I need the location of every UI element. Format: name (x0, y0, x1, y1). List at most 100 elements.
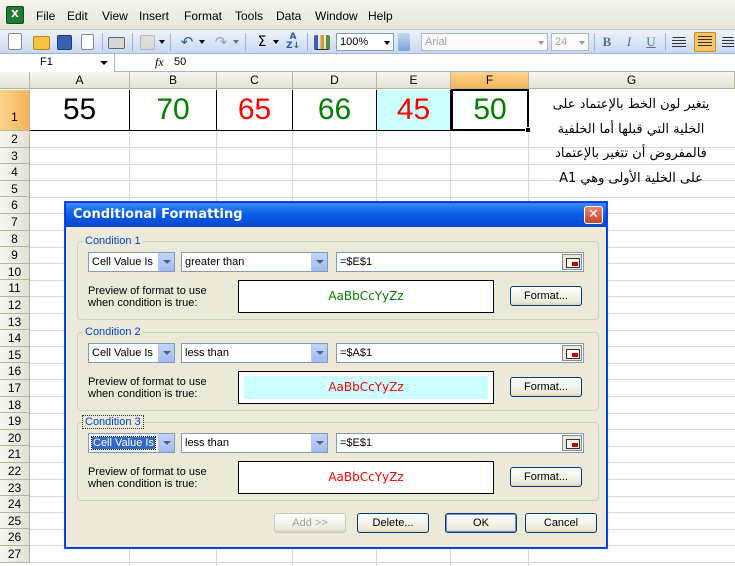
row-header-27[interactable]: 27 (0, 546, 30, 563)
chevron-down-icon[interactable] (311, 344, 327, 362)
column-header-a[interactable]: A (30, 72, 130, 89)
row-header-15[interactable]: 15 (0, 346, 30, 364)
undo-dropdown-icon[interactable] (199, 40, 205, 44)
redo-dropdown-icon[interactable] (233, 40, 239, 44)
condition-2-type-select[interactable]: Cell Value Is (88, 343, 175, 363)
delete-button[interactable]: Delete... (357, 513, 429, 533)
underline-button[interactable]: U (642, 33, 660, 51)
chart-wizard-icon[interactable] (314, 35, 330, 50)
row-header-12[interactable]: 12 (0, 297, 30, 314)
cell-a1[interactable]: 55 (30, 90, 129, 130)
condition-2-reference-input[interactable]: =$A$1 (336, 343, 584, 363)
cancel-button[interactable]: Cancel (525, 513, 597, 533)
condition-3-operator-select[interactable]: less than (181, 433, 328, 453)
print-icon[interactable] (108, 37, 125, 49)
menu-window[interactable]: Window (315, 9, 358, 23)
align-right-icon[interactable] (722, 37, 734, 49)
row-header-26[interactable]: 26 (0, 529, 30, 546)
condition-3-format-button[interactable]: Format... (510, 467, 582, 487)
chevron-down-icon[interactable] (100, 61, 108, 65)
row-header-6[interactable]: 6 (0, 197, 30, 214)
collapse-dialog-icon[interactable] (562, 345, 582, 361)
row-header-4[interactable]: 4 (0, 164, 30, 181)
cell-d1[interactable]: 66 (293, 90, 376, 130)
row-header-17[interactable]: 17 (0, 380, 30, 397)
sort-ascending-icon[interactable]: A Z↓ (284, 33, 302, 51)
condition-3-reference-input[interactable]: =$E$1 (336, 433, 584, 453)
row-header-3[interactable]: 3 (0, 147, 30, 165)
column-header-f[interactable]: F (451, 72, 529, 89)
column-header-c[interactable]: C (217, 72, 293, 89)
menu-format[interactable]: Format (184, 9, 222, 23)
paste-dropdown-icon[interactable] (159, 40, 165, 44)
permission-icon[interactable] (81, 34, 94, 50)
row-header-5[interactable]: 5 (0, 180, 30, 198)
close-button[interactable]: ✕ (584, 206, 603, 224)
row-header-18[interactable]: 18 (0, 396, 30, 414)
row-header-19[interactable]: 19 (0, 413, 30, 430)
collapse-dialog-icon[interactable] (562, 254, 582, 270)
row-header-25[interactable]: 25 (0, 512, 30, 530)
row-header-7[interactable]: 7 (0, 214, 30, 231)
cell-g1-note[interactable]: يتغير لون الخط بالإعتماد على الخلية التي… (530, 90, 732, 190)
chevron-down-icon[interactable] (158, 344, 174, 362)
condition-1-type-select[interactable]: Cell Value Is (88, 252, 175, 272)
condition-1-operator-select[interactable]: greater than (181, 252, 328, 272)
select-all-corner[interactable] (0, 72, 30, 89)
autosum-icon[interactable]: Σ (253, 33, 271, 51)
chevron-down-icon[interactable] (311, 253, 327, 271)
toolbar-options-icon[interactable] (398, 33, 410, 51)
row-header-11[interactable]: 11 (0, 280, 30, 297)
row-header-23[interactable]: 23 (0, 479, 30, 497)
row-header-2[interactable]: 2 (0, 131, 30, 148)
row-header-16[interactable]: 16 (0, 363, 30, 380)
add-condition-button[interactable]: Add >> (274, 513, 346, 533)
row-header-20[interactable]: 20 (0, 429, 30, 447)
undo-icon[interactable]: ↶ (178, 33, 196, 51)
cell-c1[interactable]: 65 (217, 90, 292, 130)
font-name-select[interactable]: Arial (421, 33, 548, 51)
insert-function-icon[interactable]: fx (155, 55, 164, 70)
paste-icon[interactable] (140, 35, 155, 50)
chevron-down-icon[interactable] (579, 41, 585, 45)
menu-help[interactable]: Help (368, 9, 393, 23)
column-header-g[interactable]: G (529, 72, 735, 89)
ok-button[interactable]: OK (445, 513, 517, 533)
condition-1-format-button[interactable]: Format... (510, 286, 582, 306)
condition-1-reference-input[interactable]: =$E$1 (336, 252, 584, 272)
menu-file[interactable]: File (36, 9, 55, 23)
cell-e1[interactable]: 45 (377, 90, 450, 130)
menu-data[interactable]: Data (276, 9, 301, 23)
row-header-14[interactable]: 14 (0, 330, 30, 347)
dialog-titlebar[interactable]: Conditional Formatting ✕ (66, 203, 606, 227)
row-header-13[interactable]: 13 (0, 313, 30, 331)
save-icon[interactable] (57, 35, 72, 50)
column-header-d[interactable]: D (293, 72, 377, 89)
menu-tools[interactable]: Tools (235, 9, 263, 23)
zoom-select[interactable]: 100% (336, 33, 394, 51)
excel-app-icon[interactable]: X (6, 6, 24, 24)
condition-2-operator-select[interactable]: less than (181, 343, 328, 363)
chevron-down-icon[interactable] (158, 253, 174, 271)
menu-view[interactable]: View (102, 9, 128, 23)
chevron-down-icon[interactable] (311, 434, 327, 452)
row-header-10[interactable]: 10 (0, 263, 30, 281)
row-header-8[interactable]: 8 (0, 230, 30, 248)
menu-insert[interactable]: Insert (139, 9, 169, 23)
condition-2-format-button[interactable]: Format... (510, 377, 582, 397)
row-header-1[interactable]: 1 (0, 90, 30, 131)
chevron-down-icon[interactable] (158, 434, 174, 452)
italic-button[interactable]: I (620, 33, 638, 51)
new-document-icon[interactable] (8, 33, 22, 50)
row-header-21[interactable]: 21 (0, 446, 30, 463)
row-header-24[interactable]: 24 (0, 496, 30, 513)
column-header-b[interactable]: B (130, 72, 217, 89)
chevron-down-icon[interactable] (384, 41, 390, 45)
row-header-22[interactable]: 22 (0, 463, 30, 480)
condition-3-type-select[interactable]: Cell Value Is (88, 433, 175, 453)
row-header-9[interactable]: 9 (0, 247, 30, 264)
chevron-down-icon[interactable] (538, 41, 544, 45)
collapse-dialog-icon[interactable] (562, 435, 582, 451)
open-folder-icon[interactable] (33, 36, 50, 50)
formula-input[interactable]: 50 (174, 56, 186, 68)
